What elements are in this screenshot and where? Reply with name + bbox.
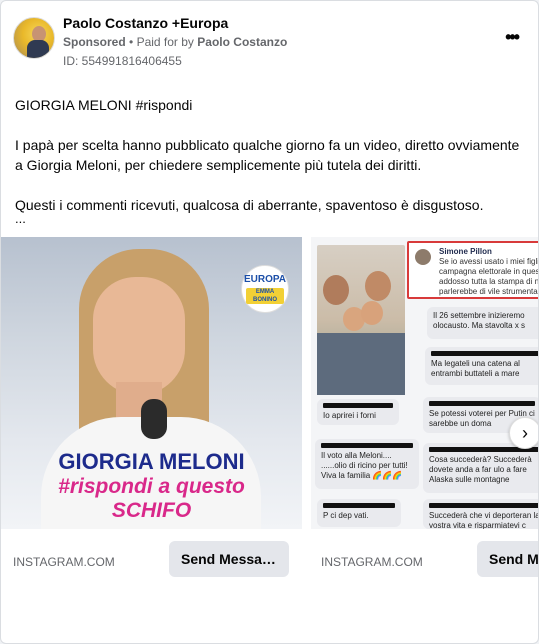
logo-subtext: EMMA BONINO bbox=[246, 288, 284, 304]
more-options-icon[interactable]: ••• bbox=[505, 27, 520, 48]
image-title-line1: GIORGIA MELONI bbox=[58, 449, 245, 474]
redaction-bar bbox=[429, 503, 538, 508]
sponsored-label[interactable]: Sponsored bbox=[63, 35, 126, 49]
comment-bubble: P ci dep vati. bbox=[317, 499, 401, 527]
post-paragraph: Questi i commenti ricevuti, qualcosa di … bbox=[15, 197, 484, 213]
comment-text: P ci dep vati. bbox=[323, 511, 369, 520]
paid-for-name: Paolo Costanzo bbox=[197, 35, 288, 49]
link-domain: INSTAGRAM.COM bbox=[13, 555, 115, 569]
page-avatar[interactable] bbox=[13, 17, 55, 59]
person-head bbox=[365, 271, 391, 301]
sponsored-line: Sponsored • Paid for by Paolo Costanzo bbox=[63, 35, 287, 49]
redaction-bar bbox=[323, 403, 393, 408]
redaction-bar bbox=[429, 401, 535, 406]
comment-text: Cosa succederà? Succederà dovete anda a … bbox=[429, 455, 532, 484]
comment-bubble: Il voto alla Meloni.... ......olio di ri… bbox=[315, 439, 419, 489]
comment-bubble: Io aprirei i forni bbox=[317, 399, 399, 425]
ad-carousel: EUROPA EMMA BONINO GIORGIA MELONI #rispo… bbox=[1, 237, 539, 587]
ad-post-card: Paolo Costanzo +Europa Sponsored • Paid … bbox=[0, 0, 539, 644]
carousel-image-2[interactable]: Simone Pillon Se io avessi usato i miei … bbox=[311, 237, 539, 529]
redaction-bar bbox=[431, 351, 538, 356]
portrait-face bbox=[93, 277, 185, 395]
see-more-ellipsis[interactable]: ... bbox=[15, 211, 26, 226]
link-domain: INSTAGRAM.COM bbox=[321, 555, 423, 569]
carousel-image-1[interactable]: EUROPA EMMA BONINO GIORGIA MELONI #rispo… bbox=[1, 237, 302, 529]
comment-text: Succederà che vi deporteran la vostra vi… bbox=[429, 511, 539, 529]
comment-text: Ma legateli una catena al entrambi butta… bbox=[431, 359, 520, 378]
ad-id: ID: 554991816406455 bbox=[63, 54, 182, 68]
redaction-bar bbox=[323, 503, 395, 508]
comment-text: Se io avessi usato i miei figli campagna… bbox=[439, 257, 539, 296]
family-photo bbox=[317, 245, 405, 395]
comment-bubble: Succederà che vi deporteran la vostra vi… bbox=[423, 499, 539, 529]
commenter-avatar bbox=[415, 249, 431, 265]
dot-separator: • bbox=[129, 35, 137, 49]
avatar-body bbox=[27, 40, 49, 58]
child-head bbox=[361, 301, 383, 325]
person-head bbox=[323, 275, 349, 305]
chevron-right-icon[interactable]: › bbox=[509, 417, 538, 449]
image-title-line2: #rispondi a questo bbox=[58, 475, 245, 498]
paid-for-prefix: Paid for by bbox=[136, 35, 194, 49]
page-name-link[interactable]: Paolo Costanzo +Europa bbox=[63, 15, 228, 31]
logo-text: EUROPA bbox=[243, 274, 287, 285]
people-bodies bbox=[317, 333, 405, 395]
highlighted-comment: Simone Pillon Se io avessi usato i miei … bbox=[407, 241, 539, 299]
redaction-bar bbox=[321, 443, 413, 448]
europa-logo: EUROPA EMMA BONINO bbox=[241, 265, 289, 313]
post-paragraph: I papà per scelta hanno pubblicato qualc… bbox=[15, 137, 520, 173]
post-text: GIORGIA MELONI #rispondi I papà per scel… bbox=[15, 95, 524, 215]
carousel-footer-2: INSTAGRAM.COM Send M bbox=[311, 529, 538, 587]
commenter-name: Simone Pillon bbox=[439, 247, 492, 256]
post-paragraph: GIORGIA MELONI #rispondi bbox=[15, 97, 193, 113]
comment-bubble: Cosa succederà? Succederà dovete anda a … bbox=[423, 443, 538, 493]
comment-text: Io aprirei i forni bbox=[323, 411, 376, 420]
image-title-line3: SCHIFO bbox=[111, 499, 192, 522]
post-header: Paolo Costanzo +Europa Sponsored • Paid … bbox=[13, 13, 526, 71]
carousel-footer-1: INSTAGRAM.COM Send Messa… bbox=[1, 529, 302, 587]
send-message-button[interactable]: Send M bbox=[477, 541, 538, 577]
send-message-button[interactable]: Send Messa… bbox=[169, 541, 289, 577]
comment-bubble: Ma legateli una catena al entrambi butta… bbox=[425, 347, 538, 385]
comment-text: Il 26 settembre inizieremo olocausto. Ma… bbox=[433, 311, 526, 330]
microphone-icon bbox=[141, 399, 167, 439]
comment-text: Il voto alla Meloni.... ......olio di ri… bbox=[321, 451, 408, 480]
comment-bubble: Il 26 settembre inizieremo olocausto. Ma… bbox=[427, 307, 538, 339]
